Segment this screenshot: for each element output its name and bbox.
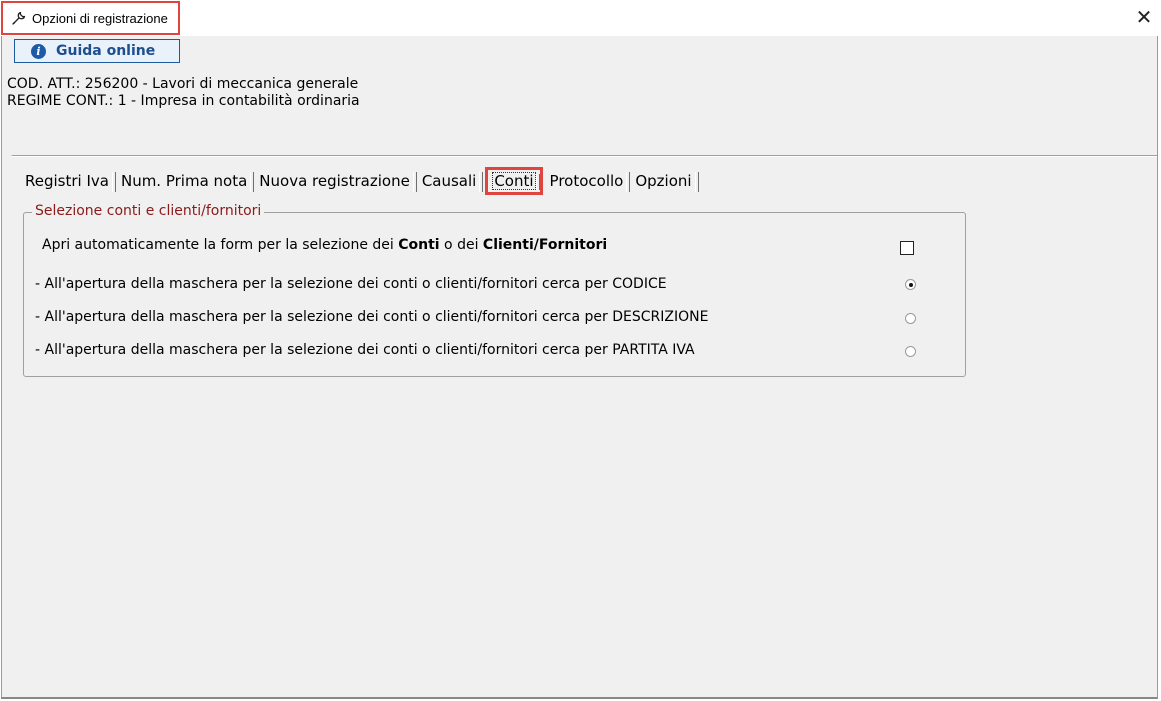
radio-codice[interactable] (905, 279, 916, 290)
tab-label: Num. Prima nota (120, 172, 248, 190)
tab-label: Opzioni (635, 172, 692, 190)
title-highlight: Opzioni di registrazione (1, 1, 180, 35)
wrench-icon (11, 10, 27, 26)
tab-strip: Registri Iva Num. Prima nota Nuova regis… (20, 167, 699, 195)
auto-open-checkbox[interactable] (900, 241, 914, 255)
window-title: Opzioni di registrazione (32, 10, 168, 26)
title-bar: Opzioni di registrazione ✕ (0, 0, 1161, 36)
dialog-client-area: i Guida online COD. ATT.: 256200 - Lavor… (1, 36, 1158, 699)
tab-protocollo[interactable]: Protocollo (545, 168, 631, 194)
header-separator (11, 155, 1157, 157)
tab-label: Protocollo (549, 172, 624, 190)
option-codice-label: - All'apertura della maschera per la sel… (35, 276, 667, 292)
selezione-conti-groupbox: Selezione conti e clienti/fornitori Apri… (23, 203, 966, 377)
tab-label: Registri Iva (25, 172, 109, 190)
guida-online-label: Guida online (56, 43, 156, 59)
tab-label: Conti (492, 172, 536, 190)
radio-partita-iva[interactable] (905, 346, 916, 357)
auto-open-clienti: Clienti/Fornitori (482, 237, 608, 253)
auto-open-middle: o dei (439, 237, 483, 253)
tab-num-prima-nota[interactable]: Num. Prima nota (116, 168, 255, 194)
tab-label: Causali (421, 172, 477, 190)
radio-descrizione[interactable] (905, 313, 916, 324)
tab-causali[interactable]: Causali (417, 168, 484, 194)
regime-cont-text: REGIME CONT.: 1 - Impresa in contabilità… (7, 93, 360, 109)
cod-att-text: COD. ATT.: 256200 - Lavori di meccanica … (7, 76, 359, 92)
tab-registri-iva[interactable]: Registri Iva (20, 168, 116, 194)
guida-online-button[interactable]: i Guida online (14, 39, 180, 63)
tab-nuova-registrazione[interactable]: Nuova registrazione (254, 168, 417, 194)
close-icon: ✕ (1135, 5, 1153, 29)
tab-opzioni[interactable]: Opzioni (630, 168, 699, 194)
option-partita-iva-label: - All'apertura della maschera per la sel… (35, 342, 695, 358)
tab-conti[interactable]: Conti (485, 167, 543, 195)
auto-open-prefix: Apri automaticamente la form per la sele… (42, 237, 399, 253)
auto-open-conti: Conti (398, 237, 440, 253)
option-descrizione-label: - All'apertura della maschera per la sel… (35, 309, 709, 325)
tab-label: Nuova registrazione (259, 172, 410, 190)
auto-open-label: Apri automaticamente la form per la sele… (42, 237, 607, 253)
info-icon: i (31, 43, 46, 59)
groupbox-legend: Selezione conti e clienti/fornitori (32, 203, 265, 219)
close-button[interactable]: ✕ (1133, 5, 1155, 29)
